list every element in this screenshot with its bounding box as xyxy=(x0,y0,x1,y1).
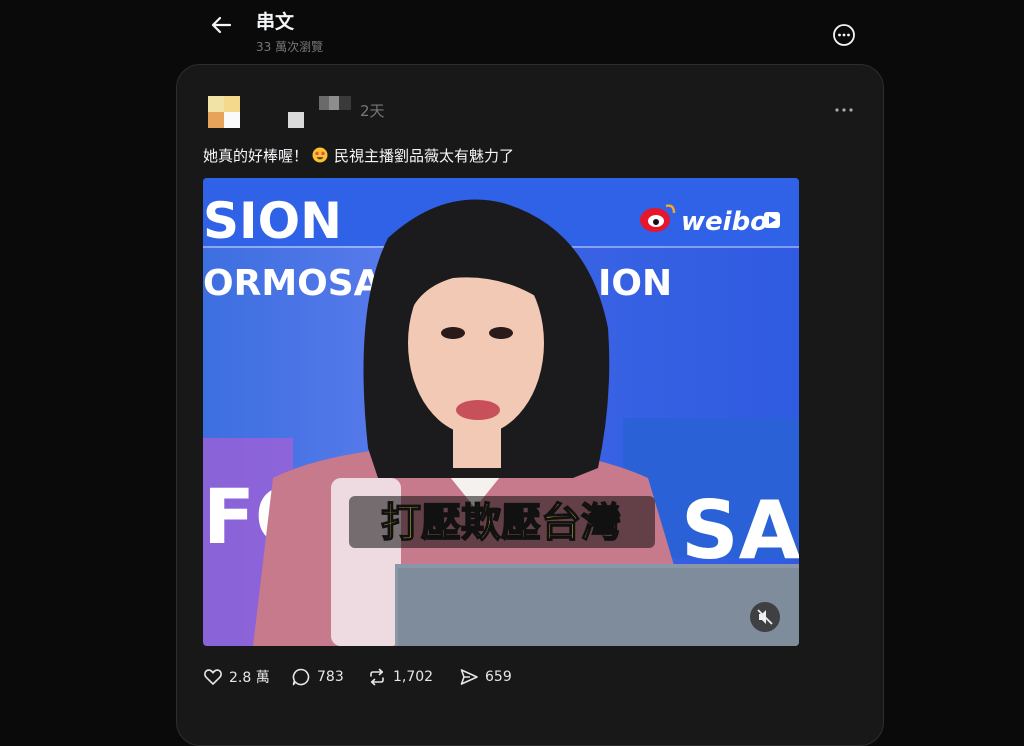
video-frame: SION ORMOSA ION FO SA weibo 打壓欺壓台灣 xyxy=(203,178,799,646)
like-count: 2.8 萬 xyxy=(229,670,270,686)
bg-text-bottom-right: SA xyxy=(681,484,799,577)
post-actions: 2.8 萬 783 1,702 659 xyxy=(203,665,803,689)
username-blurred[interactable] xyxy=(319,96,351,110)
bg-text-mid: ORMOSA xyxy=(203,263,382,304)
post-text: 她真的好棒喔！ 民視主播劉品薇太有魅力了 xyxy=(203,145,514,166)
thread-header: 串文 33 萬次瀏覽 xyxy=(0,0,1024,62)
bg-text-mid-2: ION xyxy=(598,263,672,304)
star-struck-emoji-icon xyxy=(312,147,328,163)
repost-action[interactable]: 1,702 xyxy=(367,665,433,689)
page-title: 串文 xyxy=(256,11,295,33)
avatar[interactable] xyxy=(208,96,240,128)
video-player[interactable]: SION ORMOSA ION FO SA weibo 打壓欺壓台灣 xyxy=(203,178,799,646)
comment-bubble-icon xyxy=(292,668,310,686)
bg-text-top: SION xyxy=(203,192,342,250)
send-icon xyxy=(460,669,478,685)
mute-icon[interactable] xyxy=(750,602,780,632)
heart-icon xyxy=(204,669,222,685)
post-time: 2天 xyxy=(360,102,385,120)
reply-action[interactable]: 783 xyxy=(291,665,344,689)
video-caption: 打壓欺壓台灣 xyxy=(381,500,621,546)
post-text-continued: 民視主播劉品薇太有魅力了 xyxy=(334,147,515,165)
share-action[interactable]: 659 xyxy=(459,665,512,689)
repost-count: 1,702 xyxy=(393,669,434,685)
back-arrow-icon[interactable] xyxy=(208,12,234,38)
view-count: 33 萬次瀏覽 xyxy=(256,40,324,54)
reply-count: 783 xyxy=(317,669,344,685)
post-text-main: 她真的好棒喔！ xyxy=(203,147,309,165)
post-more-icon[interactable] xyxy=(832,100,856,120)
weibo-watermark: weibo xyxy=(681,207,768,237)
more-options-icon[interactable] xyxy=(832,23,856,47)
share-count: 659 xyxy=(485,669,512,685)
like-action[interactable]: 2.8 萬 xyxy=(203,665,270,689)
repost-icon xyxy=(370,668,384,686)
username-blurred-2 xyxy=(288,112,304,128)
